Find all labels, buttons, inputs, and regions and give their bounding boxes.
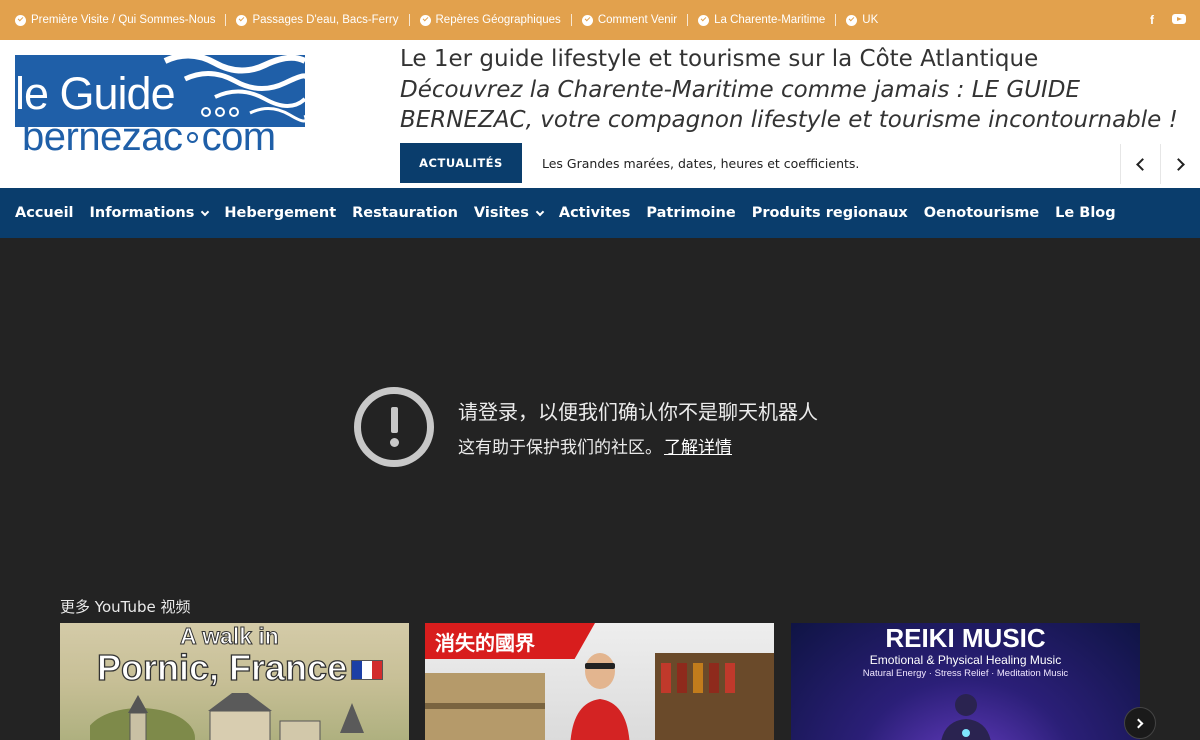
news-ticker-badge: ACTUALITÉS [400,143,522,183]
exclamation-circle-icon [354,387,434,467]
video-title-tag: 消失的國界 [425,623,595,659]
chevron-right-icon [1133,718,1144,728]
signin-prompt-subtitle: 这有助于保护我们的社区。 了解详情 [458,433,732,458]
nav-produits-regionaux[interactable]: Produits regionaux [752,205,908,221]
nav-label: Visites [473,205,529,221]
top-link-reperes[interactable]: Repères Géographiques [419,14,561,26]
news-next-button[interactable] [1160,144,1200,184]
logo-text-line1: le Guide [15,68,176,119]
nav-accueil[interactable]: Accueil [15,205,74,221]
top-link-label: Première Visite / Qui Sommes-Nous [31,14,216,26]
nav-label: Oenotourisme [923,205,1040,221]
video-title-line2: Emotional & Physical Healing Music [869,653,1062,667]
news-ticker-headline[interactable]: Les Grandes marées, dates, heures et coe… [542,156,859,171]
top-links: Première Visite / Qui Sommes-Nous Passag… [15,0,878,40]
youtube-embed: 请登录，以便我们确认你不是聊天机器人 这有助于保护我们的社区。 了解详情 更多 Y… [0,238,1200,740]
top-link-label: La Charente-Maritime [714,14,826,26]
top-link-label: Repères Géographiques [435,14,561,26]
nav-label: Activites [558,205,631,221]
check-circle-icon [846,14,858,26]
video-title-line1: REIKI MUSIC [885,623,1046,653]
carousel-next-button[interactable] [1124,707,1156,739]
nav-label: Restauration [352,205,458,221]
site-subtagline: Découvrez la Charente-Maritime comme jam… [400,77,1178,133]
top-link-uk[interactable]: UK [846,14,878,26]
nav-restauration[interactable]: Restauration [352,205,458,221]
top-link-label: UK [862,14,879,26]
divider [835,14,837,26]
logo-text-bernezac: bernezac [22,115,183,159]
video-title-line3: Natural Energy · Stress Relief · Meditat… [862,668,1069,679]
top-link-premiere-visite[interactable]: Première Visite / Qui Sommes-Nous [15,14,215,26]
nav-label: Informations [89,205,195,221]
nav-hebergement[interactable]: Hebergement [224,205,336,221]
youtube-icon[interactable] [1172,14,1186,24]
france-flag-icon [351,660,384,681]
chevron-down-icon [535,207,545,216]
nav-informations[interactable]: Informations [89,205,210,221]
more-videos-heading: 更多 YouTube 视频 [60,598,191,616]
news-prev-button[interactable] [1120,144,1160,184]
meditator-illustration [941,694,991,740]
learn-more-link[interactable]: 了解详情 [664,438,732,458]
divider [408,14,410,26]
divider [687,14,689,26]
signin-prompt-text: 这有助于保护我们的社区。 [458,438,662,458]
top-link-passages-deau[interactable]: Passages D'eau, Bacs-Ferry [236,14,399,26]
logo-text-line2: bernezac com [22,117,276,157]
logo-text-com: com [201,115,277,159]
nav-label: Accueil [15,205,74,221]
check-circle-icon [236,14,248,26]
nav-visites[interactable]: Visites [473,205,545,221]
site-logo[interactable]: le Guide bernezac com [15,55,305,160]
nav-patrimoine[interactable]: Patrimoine [646,205,735,221]
video-thumbnail[interactable]: A walk in Pornic, France [60,623,409,740]
site-header: le Guide bernezac com Le 1er guide lifest… [0,40,1200,188]
video-title-line2: Pornic, France [96,646,384,689]
chevron-right-icon [1172,157,1185,171]
video-title-text: Pornic, France [96,646,348,688]
divider [570,14,572,26]
nav-activites[interactable]: Activites [559,205,631,221]
check-circle-icon [698,14,710,26]
top-utility-bar: Première Visite / Qui Sommes-Nous Passag… [0,0,1200,40]
nav-oenotourisme[interactable]: Oenotourisme [924,205,1039,221]
nav-label: Le Blog [1055,205,1116,221]
logo-dot [186,131,198,143]
divider [225,14,227,26]
top-link-comment-venir[interactable]: Comment Venir [581,14,678,26]
site-tagline: Le 1er guide lifestyle et tourisme sur l… [400,46,1039,72]
castle-illustration [90,693,364,740]
main-navigation: Accueil Informations Hebergement Restaur… [0,188,1200,238]
nav-le-blog[interactable]: Le Blog [1055,205,1116,221]
check-circle-icon [581,14,593,26]
top-link-label: Comment Venir [597,14,678,26]
chevron-left-icon [1136,157,1149,171]
video-thumbnail[interactable]: 消失的國界 [425,623,774,740]
top-link-charente-maritime[interactable]: La Charente-Maritime [698,14,825,26]
nav-label: Patrimoine [646,205,736,221]
nav-label: Produits regionaux [751,205,908,221]
video-title-line1: A walk in [180,623,280,650]
top-link-label: Passages D'eau, Bacs-Ferry [252,14,399,26]
signin-prompt-title: 请登录，以便我们确认你不是聊天机器人 [458,400,818,424]
check-circle-icon [419,14,431,26]
video-thumbnail[interactable]: REIKI MUSIC Emotional & Physical Healing… [791,623,1140,740]
chevron-down-icon [201,207,210,216]
check-circle-icon [15,14,26,26]
facebook-icon[interactable]: f [1150,12,1154,28]
nav-label: Hebergement [224,205,337,221]
